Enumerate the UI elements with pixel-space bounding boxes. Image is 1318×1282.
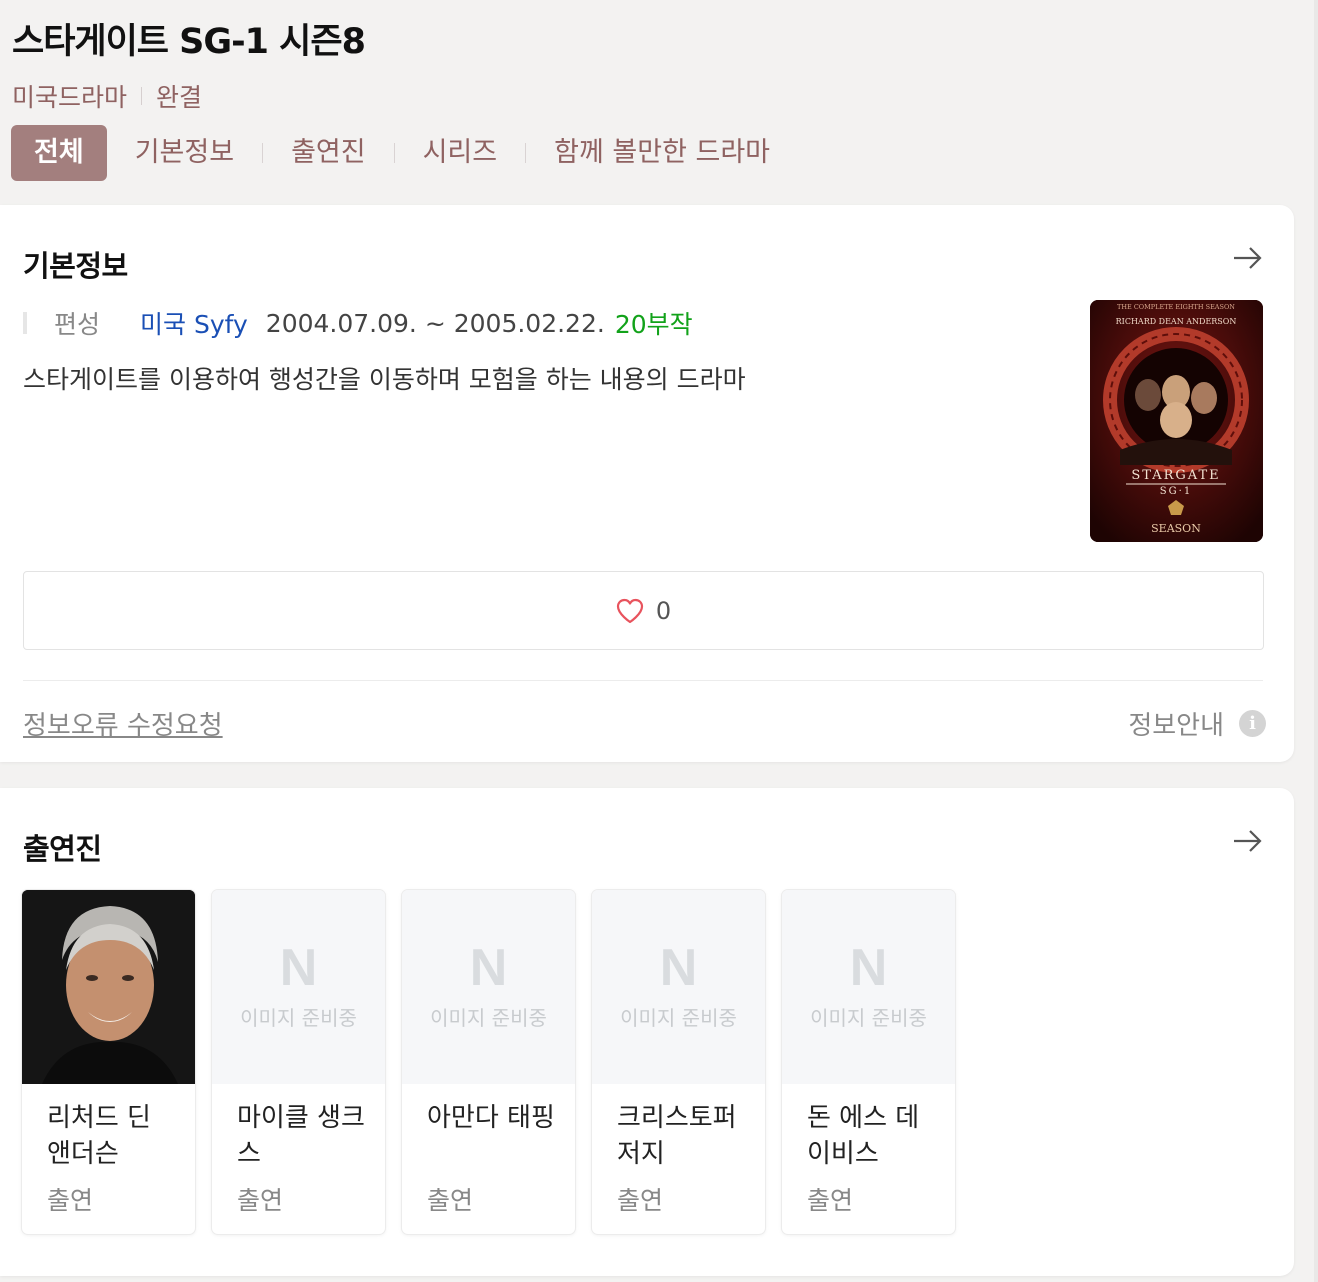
heart-icon — [616, 598, 643, 623]
like-count: 0 — [655, 596, 672, 625]
actor-name: 크리스토퍼 저지 — [617, 1103, 737, 1169]
actor-name: 리처드 딘 앤더슨 — [47, 1103, 151, 1169]
info-guide-label: 정보안내 — [1128, 711, 1224, 741]
image-placeholder: N 이미지 준비중 — [212, 890, 385, 1084]
cast-member-card[interactable]: N 이미지 준비중 돈 에스 데이비스 출연 — [782, 890, 955, 1234]
subinfo-divider — [141, 87, 143, 105]
cast-member-card[interactable]: N 이미지 준비중 크리스토퍼 저지 출연 — [592, 890, 765, 1234]
actor-role: 출연 — [427, 1186, 474, 1215]
placeholder-logo-icon: N — [849, 939, 888, 997]
tab-cast[interactable]: 출연진 — [263, 125, 394, 181]
broadcast-row: 편성 미국 Syfy 2004.07.09. ~ 2005.02.22. 20부… — [23, 305, 693, 341]
poster-season-text: SEASON — [1151, 522, 1201, 535]
image-placeholder: N 이미지 준비중 — [782, 890, 955, 1084]
scrollbar-track[interactable] — [1314, 0, 1318, 1282]
image-placeholder: N 이미지 준비중 — [402, 890, 575, 1084]
info-icon: i — [1239, 710, 1266, 737]
actor-name: 아만다 태핑 — [427, 1103, 555, 1133]
arrow-right-icon[interactable] — [1230, 826, 1266, 856]
placeholder-logo-icon: N — [659, 939, 698, 997]
cast-member-card[interactable]: 리처드 딘 앤더슨 출연 — [22, 890, 195, 1234]
like-button[interactable]: 0 — [23, 571, 1264, 650]
poster-art: THE COMPLETE EIGHTH SEASON RICHARD DEAN … — [1090, 300, 1263, 542]
actor-portrait — [22, 890, 195, 1084]
actor-name: 마이클 생크스 — [237, 1103, 365, 1169]
report-error-link[interactable]: 정보오류 수정요청 — [23, 705, 223, 742]
poster-logo-text: STARGATE — [1131, 468, 1220, 483]
section-divider — [23, 680, 1263, 681]
row-marker — [23, 312, 27, 334]
basic-info-card: 기본정보 편성 미국 Syfy 2004.07.09. ~ 2005.02.22… — [0, 205, 1294, 762]
cast-card: 출연진 리처드 딘 앤더슨 출연 N 이미지 준비중 마이클 생크스 출연 N … — [0, 788, 1294, 1276]
placeholder-text: 이미지 준비중 — [620, 1006, 737, 1030]
episode-count: 20부작 — [614, 310, 693, 339]
drama-description: 스타게이트를 이용하여 행성간을 이동하며 모험을 하는 내용의 드라마 — [23, 365, 746, 394]
air-dates: 2004.07.09. ~ 2005.02.22. — [265, 308, 605, 338]
actor-role: 출연 — [47, 1186, 94, 1215]
placeholder-logo-icon: N — [279, 939, 318, 997]
basic-info-title: 기본정보 — [23, 249, 128, 283]
actor-photo — [22, 890, 195, 1084]
placeholder-text: 이미지 준비중 — [240, 1006, 357, 1030]
actor-name: 돈 에스 데이비스 — [807, 1103, 920, 1169]
placeholder-text: 이미지 준비중 — [810, 1006, 927, 1030]
tab-basic-info[interactable]: 기본정보 — [107, 125, 262, 181]
status-text: 완결 — [156, 83, 203, 112]
image-placeholder: N 이미지 준비중 — [592, 890, 765, 1084]
cast-title: 출연진 — [23, 832, 102, 866]
poster-sublogo-text: SG·1 — [1160, 486, 1192, 497]
info-guide-button[interactable]: 정보안내 i — [1128, 705, 1266, 742]
drama-header: 스타게이트 SG-1 시즌8 미국드라마 완결 — [12, 16, 1292, 114]
drama-subinfo: 미국드라마 완결 — [12, 78, 1292, 114]
poster-top-text: THE COMPLETE EIGHTH SEASON — [1117, 303, 1235, 311]
network-link[interactable]: 미국 Syfy — [140, 305, 248, 341]
drama-title: 스타게이트 SG-1 시즌8 — [12, 22, 366, 62]
cast-member-card[interactable]: N 이미지 준비중 아만다 태핑 출연 — [402, 890, 575, 1234]
actor-role: 출연 — [807, 1186, 854, 1215]
tab-series[interactable]: 시리즈 — [395, 125, 526, 181]
cast-list: 리처드 딘 앤더슨 출연 N 이미지 준비중 마이클 생크스 출연 N 이미지 … — [22, 890, 972, 1234]
poster-actor-text: RICHARD DEAN ANDERSON — [1116, 317, 1237, 326]
tab-bar: 전체 기본정보 출연진 시리즈 함께 볼만한 드라마 — [11, 125, 798, 181]
drama-poster[interactable]: THE COMPLETE EIGHTH SEASON RICHARD DEAN … — [1090, 300, 1263, 542]
placeholder-logo-icon: N — [469, 939, 508, 997]
tab-all[interactable]: 전체 — [11, 125, 107, 181]
arrow-right-icon[interactable] — [1230, 243, 1266, 273]
genre-text: 미국드라마 — [12, 83, 128, 112]
placeholder-text: 이미지 준비중 — [430, 1006, 547, 1030]
actor-role: 출연 — [617, 1186, 664, 1215]
cast-member-card[interactable]: N 이미지 준비중 마이클 생크스 출연 — [212, 890, 385, 1234]
broadcast-label: 편성 — [54, 310, 101, 339]
tab-recommended-dramas[interactable]: 함께 볼만한 드라마 — [526, 125, 798, 181]
actor-role: 출연 — [237, 1186, 284, 1215]
